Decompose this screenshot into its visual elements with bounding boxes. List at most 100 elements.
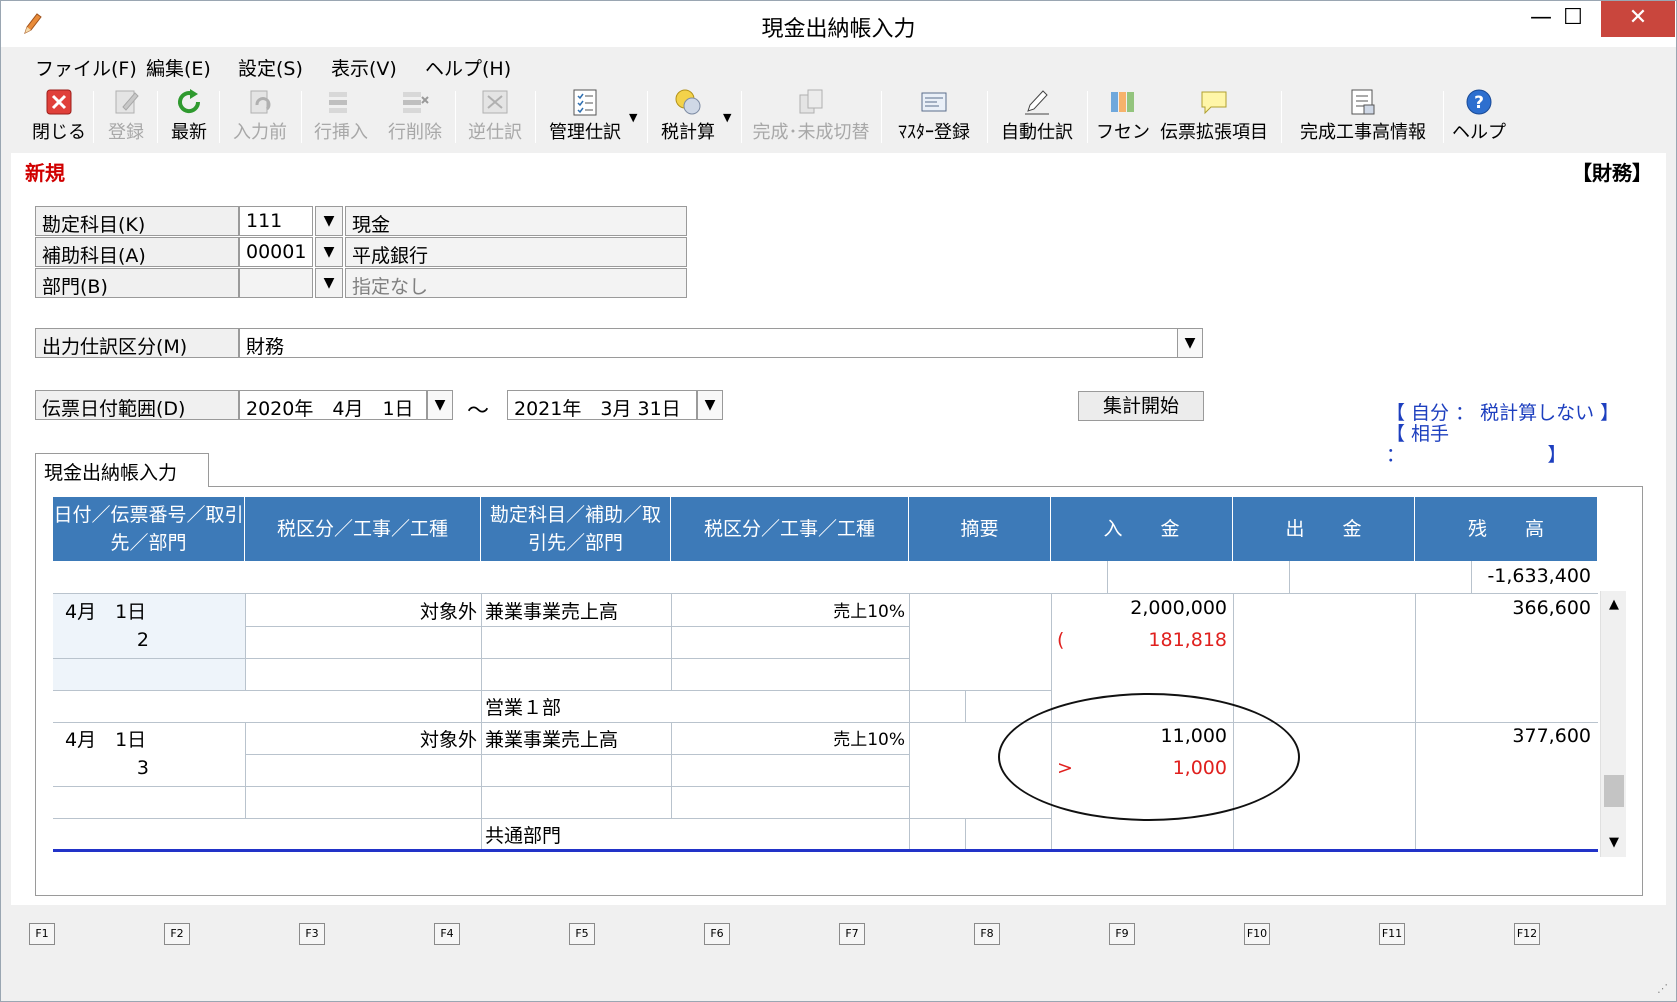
menu-edit[interactable]: 編集(E) bbox=[146, 54, 211, 81]
date-to-input[interactable]: 2021年 3月 31日 bbox=[507, 390, 697, 420]
date-range-label: 伝票日付範囲(D) bbox=[35, 390, 239, 420]
dept-dropdown-button[interactable]: ▼ bbox=[315, 268, 343, 298]
function-key-bar: F1 F2 F3 F4 F5 F6 F7 F8 F9 F10 F11 F12 bbox=[11, 913, 1666, 963]
sub-account-dropdown-button[interactable]: ▼ bbox=[315, 237, 343, 267]
chevron-down-icon: ▼ bbox=[704, 397, 716, 413]
tax-info-partner: 【 相手 ： 】 bbox=[1386, 423, 1567, 466]
scroll-thumb[interactable] bbox=[1604, 775, 1624, 807]
close-button[interactable]: 閉じる bbox=[31, 87, 87, 147]
document-edit-icon bbox=[115, 90, 139, 114]
menu-view[interactable]: 表示(V) bbox=[331, 54, 397, 81]
row-date: 4月 1日 bbox=[65, 729, 147, 751]
reverse-icon bbox=[482, 90, 508, 114]
row-dept: 共通部門 bbox=[485, 825, 562, 847]
f2-key[interactable]: F2 bbox=[164, 923, 190, 945]
f4-key[interactable]: F4 bbox=[434, 923, 460, 945]
svg-text:?: ? bbox=[1474, 93, 1484, 113]
scroll-up-icon[interactable]: ▲ bbox=[1601, 591, 1627, 619]
menu-file[interactable]: ファイル(F) bbox=[35, 54, 137, 81]
speech-bubble-icon bbox=[1201, 91, 1227, 115]
maximize-button[interactable]: ☐ bbox=[1549, 1, 1597, 37]
menu-bar: ファイル(F) 編集(E) 設定(S) 表示(V) ヘルプ(H) bbox=[1, 49, 1676, 83]
reverse-journal-button[interactable]: 逆仕訳 bbox=[463, 87, 527, 147]
title-bar: 現金出納帳入力 — ☐ ✕ bbox=[1, 1, 1676, 47]
row-tax-self: 対象外 bbox=[419, 601, 477, 623]
tax-info: 【 自分 ： 税計算しない 】 【 相手 ： 】 bbox=[1386, 403, 1626, 466]
fusen-button[interactable]: フセン bbox=[1095, 87, 1151, 147]
tab-cash-ledger[interactable]: 現金出納帳入力 bbox=[35, 453, 209, 487]
f8-key[interactable]: F8 bbox=[974, 923, 1000, 945]
f7-key[interactable]: F7 bbox=[839, 923, 865, 945]
auto-journal-button[interactable]: 自動仕訳 bbox=[995, 87, 1079, 147]
dept-label: 【財務】 bbox=[1572, 161, 1652, 185]
delete-row-button[interactable]: 行削除 bbox=[383, 87, 447, 147]
master-card-icon bbox=[921, 92, 947, 112]
date-to-dropdown[interactable]: ▼ bbox=[697, 390, 723, 420]
app-window: 現金出納帳入力 — ☐ ✕ ファイル(F) 編集(E) 設定(S) 表示(V) … bbox=[0, 0, 1677, 1002]
menu-help[interactable]: ヘルプ(H) bbox=[425, 54, 511, 81]
f10-key[interactable]: F10 bbox=[1244, 923, 1270, 945]
output-category-select[interactable]: 財務 bbox=[239, 328, 1179, 358]
master-register-button[interactable]: ﾏｽﾀｰ登録 bbox=[889, 87, 979, 147]
date-from-input[interactable]: 2020年 4月 1日 bbox=[239, 390, 427, 420]
insert-row-button[interactable]: 行挿入 bbox=[309, 87, 373, 147]
start-sum-button[interactable]: 集計開始 bbox=[1078, 391, 1204, 421]
header-tax-self: 税区分／工事／工種 bbox=[245, 497, 481, 561]
row-slip-no: 2 bbox=[136, 629, 149, 651]
manage-journal-button[interactable]: 管理仕訳 bbox=[543, 87, 627, 147]
account-dropdown-button[interactable]: ▼ bbox=[315, 206, 343, 236]
checklist-icon bbox=[573, 89, 597, 116]
prev-input-button[interactable]: 入力前 bbox=[227, 87, 293, 147]
ledger-grid: 日付／伝票番号／取引先／部門 税区分／工事／工種 勘定科目／補助／取引先／部門 … bbox=[53, 497, 1598, 857]
tax-info-self: 【 自分 ： 税計算しない 】 bbox=[1386, 402, 1620, 424]
undo-document-icon bbox=[250, 90, 271, 114]
help-button[interactable]: ? ヘルプ bbox=[1451, 87, 1507, 147]
f11-key[interactable]: F11 bbox=[1379, 923, 1405, 945]
completion-toggle-button[interactable]: 完成･未成切替 bbox=[749, 87, 873, 147]
row-account: 兼業事業売上高 bbox=[485, 601, 619, 623]
close-window-button[interactable]: ✕ bbox=[1601, 1, 1675, 37]
completed-work-button[interactable]: 完成工事高情報 bbox=[1289, 87, 1437, 147]
date-from-dropdown[interactable]: ▼ bbox=[427, 390, 453, 420]
document-list-icon bbox=[1351, 89, 1375, 115]
toggle-document-icon bbox=[799, 89, 823, 114]
grid-scrollbar[interactable]: ▲ ▼ bbox=[1600, 591, 1626, 857]
f12-key[interactable]: F12 bbox=[1514, 923, 1540, 945]
manage-dropdown-icon[interactable]: ▼ bbox=[629, 111, 637, 124]
refresh-button[interactable]: 最新 bbox=[165, 87, 213, 147]
f5-key[interactable]: F5 bbox=[569, 923, 595, 945]
f9-key[interactable]: F9 bbox=[1109, 923, 1135, 945]
sub-account-code-input[interactable]: 00001 bbox=[239, 237, 313, 267]
menu-settings[interactable]: 設定(S) bbox=[238, 54, 303, 81]
slip-extension-button[interactable]: 伝票拡張項目 bbox=[1155, 87, 1273, 147]
toolbar: 閉じる 登録 最新 入力前 行挿入 行削除 逆仕訳 管理仕訳 ▼ 税計算 ▼ 完… bbox=[1, 85, 1676, 149]
f1-key[interactable]: F1 bbox=[29, 923, 55, 945]
chevron-down-icon: ▼ bbox=[323, 275, 335, 291]
chevron-down-icon: ▼ bbox=[434, 397, 446, 413]
chevron-down-icon: ▼ bbox=[323, 213, 335, 229]
header-balance: 残 高 bbox=[1415, 497, 1598, 561]
window-title: 現金出納帳入力 bbox=[761, 17, 916, 42]
row-tax-other: 売上10% bbox=[833, 602, 905, 622]
output-category-dropdown[interactable]: ▼ bbox=[1177, 328, 1203, 358]
row-account: 兼業事業売上高 bbox=[485, 729, 619, 751]
account-code-input[interactable]: 111 bbox=[239, 206, 313, 236]
tax-dropdown-icon[interactable]: ▼ bbox=[723, 111, 731, 124]
output-category-label: 出力仕訳区分(M) bbox=[35, 328, 239, 358]
f3-key[interactable]: F3 bbox=[299, 923, 325, 945]
register-button[interactable]: 登録 bbox=[101, 87, 151, 147]
row-tax-amount: 181,818 bbox=[1148, 629, 1227, 651]
header-account: 勘定科目／補助／取引先／部門 bbox=[481, 497, 671, 561]
resize-grip-icon[interactable]: ⋰ bbox=[1657, 982, 1668, 995]
opening-balance: -1,633,400 bbox=[1487, 565, 1591, 587]
header-withdrawal: 出 金 bbox=[1233, 497, 1415, 561]
date-range-separator: ～ bbox=[467, 399, 490, 424]
tax-calc-button[interactable]: 税計算 bbox=[655, 87, 721, 147]
scroll-down-icon[interactable]: ▼ bbox=[1601, 829, 1627, 857]
row-dept: 営業１部 bbox=[485, 697, 562, 719]
dept-code-input[interactable] bbox=[239, 268, 313, 298]
highlight-ellipse bbox=[998, 693, 1300, 821]
sub-account-name: 平成銀行 bbox=[345, 237, 687, 267]
f6-key[interactable]: F6 bbox=[704, 923, 730, 945]
grid-bottom-line bbox=[53, 849, 1598, 852]
